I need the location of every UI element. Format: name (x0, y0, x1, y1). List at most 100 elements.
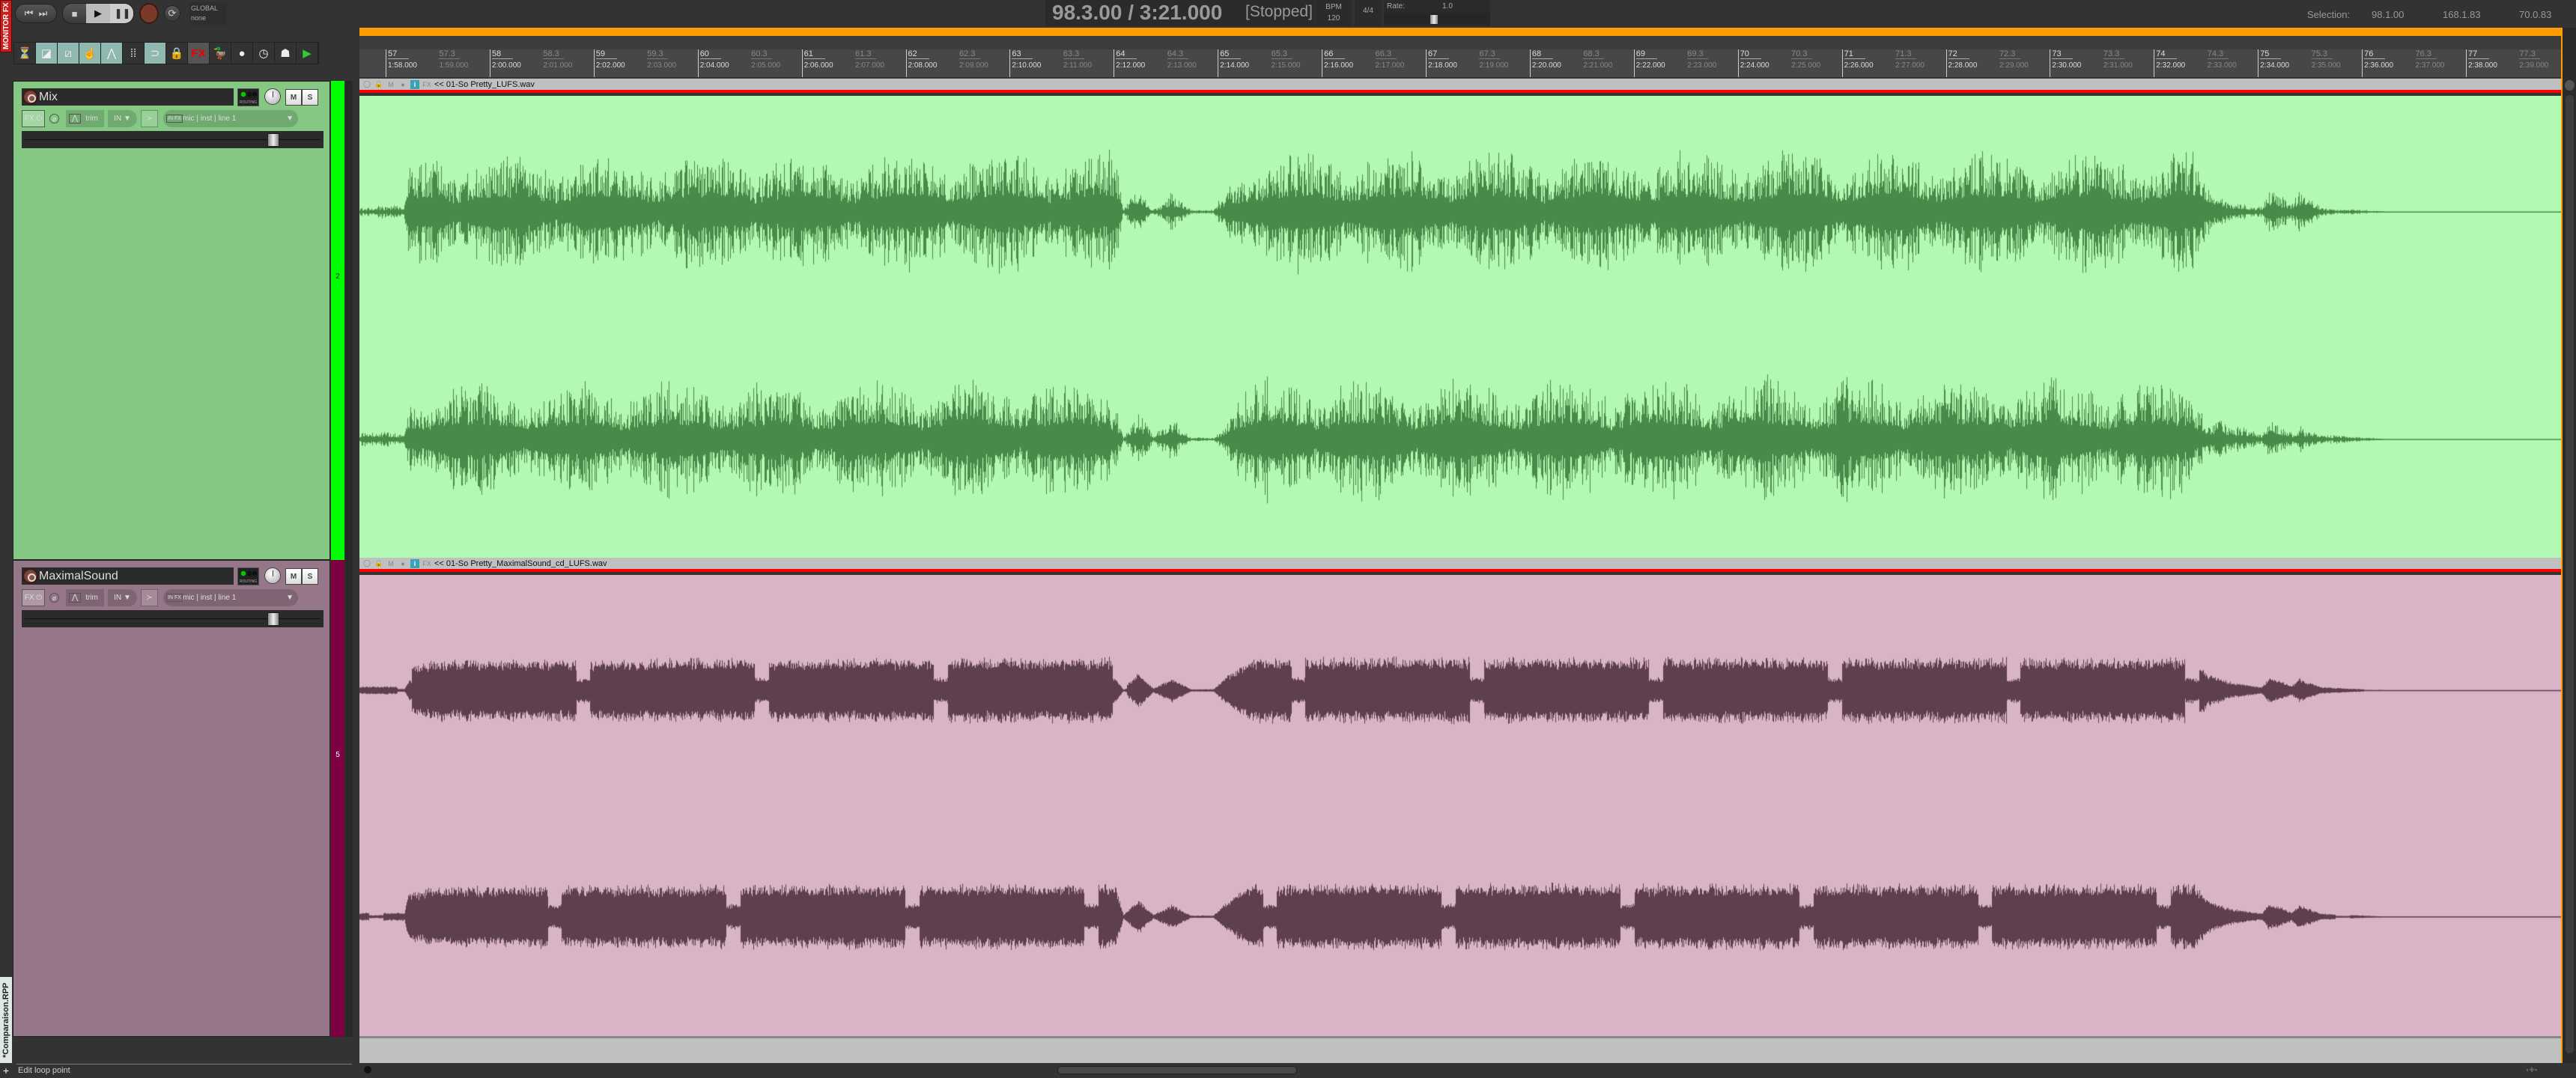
envelope-points-icon[interactable]: ⋀ (101, 43, 123, 64)
input-fx-icon[interactable]: IN FX (166, 115, 183, 123)
snap-icon[interactable]: ⊃ (145, 43, 166, 64)
comment-icon[interactable]: ● (398, 80, 407, 89)
person-icon[interactable]: ☗ (275, 43, 297, 64)
item-volume-knob-icon[interactable]: ◯ (362, 559, 371, 568)
track-name-field[interactable]: Mix (22, 88, 234, 106)
ruler-bar-label: 77.3 (2519, 49, 2540, 59)
go-to-end-icon[interactable]: ⏭ (39, 7, 48, 19)
new-project-tab-button[interactable]: + (0, 1065, 12, 1078)
track-header-2[interactable]: MaximalSound ROUTING M S FX ⏻ ø ⋀trim IN… (13, 560, 330, 1037)
vertical-scroll-thumb[interactable] (2566, 95, 2574, 1053)
io-routing-icon[interactable]: ≻ (141, 589, 158, 606)
volume-fader[interactable] (22, 131, 323, 148)
automation-mode-button[interactable]: ⋀trim (66, 110, 104, 127)
solo-button[interactable]: S (302, 568, 318, 585)
record-button[interactable] (139, 3, 159, 24)
input-monitor-button[interactable]: IN ▼ (108, 589, 137, 606)
item-volume-knob-icon[interactable]: ◯ (362, 80, 371, 89)
track-header-1[interactable]: Mix ROUTING M S FX ⏻ ø ⋀trim IN ▼ ≻ IN F… (13, 81, 330, 560)
vertical-scrollbar[interactable] (2561, 28, 2576, 1063)
lock-icon[interactable]: 🔒 (374, 80, 383, 89)
lock-icon[interactable]: 🔒 (374, 559, 383, 568)
mute-button[interactable]: M (285, 89, 302, 106)
volume-fader-thumb[interactable] (267, 612, 279, 626)
project-tab[interactable]: *Comparaison.RPP (0, 977, 12, 1063)
comment-icon[interactable]: ● (231, 43, 253, 64)
item-fx-icon[interactable]: FX (422, 559, 431, 568)
ruler-time-label: 2:21.000 (1583, 61, 1612, 70)
ruler-bar-label: 77 (2468, 49, 2489, 59)
horizontal-scroll-thumb[interactable] (1057, 1066, 1297, 1074)
timeline-ruler[interactable]: 571:58.00057.31:59.000582:00.00058.32:01… (359, 49, 2561, 77)
monitor-fx-button[interactable]: MONITOR FX (0, 0, 12, 52)
io-routing-icon[interactable]: ≻ (141, 110, 158, 127)
item-fx-icon[interactable]: FX (422, 80, 431, 89)
ruler-time-label: 2:24.000 (1740, 61, 1770, 70)
empty-track-area[interactable] (359, 1036, 2561, 1063)
record-arm-button-icon[interactable] (22, 568, 38, 584)
pan-knob[interactable] (264, 567, 281, 584)
routing-button[interactable]: ROUTING (237, 88, 259, 106)
clock-icon[interactable]: ◷ (253, 43, 275, 64)
track-fx-button[interactable]: FX ⏻ (22, 110, 45, 127)
item-mute-icon[interactable]: M (386, 80, 395, 89)
scroll-up-icon[interactable] (2565, 80, 2575, 91)
record-arm-button-icon[interactable] (22, 89, 38, 105)
auto-crossfade-icon[interactable]: ◪ (36, 43, 58, 64)
go-to-start-icon[interactable]: ⏮ (25, 7, 34, 19)
time-signature[interactable]: 4/4 (1355, 0, 1382, 26)
ruler-bar-label: 61 (804, 49, 825, 59)
track-color-strip: 5 (331, 560, 344, 1037)
routing-button[interactable]: ROUTING (237, 567, 259, 585)
zoom-controls-icon[interactable]: ◖✚▪ (2525, 1066, 2548, 1074)
repeat-button[interactable]: ⟳ (164, 5, 180, 22)
bpm-box[interactable]: BPM 120 (1316, 0, 1352, 26)
ripple-edit-icon[interactable]: ⧄ (58, 43, 79, 64)
fx-icon[interactable]: FX (188, 43, 210, 64)
volume-fader[interactable] (22, 610, 323, 627)
phase-invert-button[interactable]: ø (49, 593, 59, 603)
track-fx-button[interactable]: FX ⏻ (22, 589, 45, 606)
play-button[interactable]: ▶ (86, 4, 110, 23)
grid-icon[interactable]: ⁞⁞ (123, 43, 145, 64)
pan-knob[interactable] (264, 88, 281, 105)
input-select[interactable]: IN FXmic | inst | line 1▼ (163, 589, 298, 606)
loop-region-bar[interactable] (359, 28, 2561, 36)
rate-slider-thumb[interactable] (1430, 15, 1438, 24)
ruler-bar: 612:06.000 (802, 49, 833, 77)
input-monitor-button[interactable]: IN ▼ (108, 110, 137, 127)
track-color-strip: 2 (331, 81, 344, 560)
item-info-icon[interactable]: i (410, 80, 419, 89)
selection-length[interactable]: 70.0.83 (2519, 9, 2551, 20)
position-display[interactable]: 98.3.00 / 3:21.000 (1052, 1, 1222, 25)
comment-icon[interactable]: ● (398, 559, 407, 568)
metronome-icon[interactable]: ⏳ (14, 43, 36, 64)
item-grouping-icon[interactable]: ☝ (79, 43, 101, 64)
volume-fader-thumb[interactable] (267, 133, 279, 147)
selection-start[interactable]: 98.1.00 (2372, 9, 2404, 20)
play-marker-icon[interactable]: ▶ (297, 43, 318, 64)
lock-icon[interactable]: 🔒 (166, 43, 188, 64)
global-automation[interactable]: GLOBAL none (189, 2, 227, 25)
pause-button[interactable]: ❚❚ (110, 4, 134, 23)
duck-icon[interactable]: 🦆 (210, 43, 231, 64)
item-info-icon[interactable]: i (410, 559, 419, 568)
waveform-item-2[interactable] (359, 575, 2561, 1037)
phase-invert-button[interactable]: ø (49, 114, 59, 124)
media-item-header[interactable]: ◯ 🔒 M ● i FX << 01-So Pretty_LUFS.wav (359, 79, 2561, 93)
stop-button[interactable]: ■ (63, 4, 86, 23)
automation-mode-button[interactable]: ⋀trim (66, 589, 104, 606)
item-mute-icon[interactable]: M (386, 559, 395, 568)
solo-button[interactable]: S (302, 89, 318, 106)
ruler-bar-label: 59 (596, 49, 617, 59)
rate-slider[interactable] (1384, 13, 1490, 25)
input-fx-icon[interactable]: IN FX (166, 594, 183, 602)
mute-button[interactable]: M (285, 568, 302, 585)
media-item-header[interactable]: ◯ 🔒 M ● i FX << 01-So Pretty_MaximalSoun… (359, 558, 2561, 572)
selection-end[interactable]: 168.1.83 (2443, 9, 2481, 20)
zoom-out-icon[interactable] (364, 1066, 371, 1074)
input-select[interactable]: IN FXmic | inst | line 1▼ (163, 110, 298, 127)
waveform-item-1[interactable] (359, 96, 2561, 560)
track-name-field[interactable]: MaximalSound (22, 567, 234, 585)
marker-lane[interactable] (359, 36, 2561, 49)
